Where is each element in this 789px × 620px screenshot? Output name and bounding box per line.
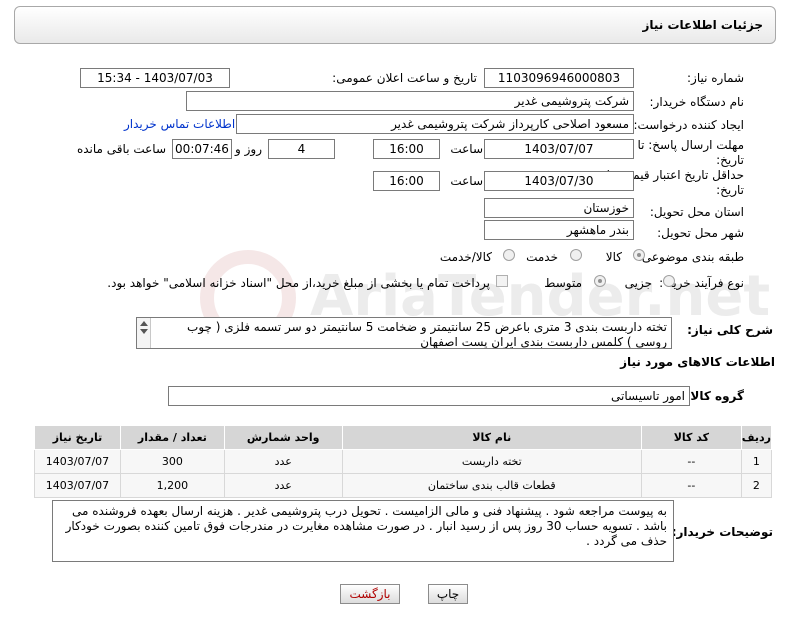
treasury-payment-checkbox[interactable] [496,275,508,287]
remaining-label: ساعت باقی مانده [76,142,166,156]
days-field: 4 [268,139,335,159]
goods-table: ردیف کد کالا نام کالا واحد شمارش تعداد /… [34,425,773,498]
announce-field: 1403/07/03 - 15:34 [80,68,230,88]
category-goods-service-radio[interactable] [503,249,515,261]
goods-group-field: امور تاسیساتی [168,386,690,406]
description-text: تخته داربست بندی 3 متری باعرض 25 سانتیمت… [187,320,667,349]
cell-need-date: 1403/07/07 [34,473,121,498]
cell-goods-name: تخته داربست [341,449,642,474]
treasury-payment-note: پرداخت تمام یا بخشی از مبلغ خرید،از محل … [107,276,490,290]
description-scrollbar[interactable] [137,318,151,348]
col-quantity: تعداد / مقدار [119,425,225,450]
col-goods-code: کد کالا [640,425,742,450]
cell-quantity: 300 [119,449,225,474]
remaining-time-field: 00:07:46 [172,139,232,159]
buyer-org-label: نام دستگاه خریدار: [649,95,745,109]
purchase-partial-radio[interactable] [663,275,675,287]
buyer-notes-text: به پیوست مراجعه شود . پیشنهاد فنی و مالی… [65,504,667,548]
city-label: شهر محل تحویل: [657,226,744,240]
scroll-down-icon[interactable] [140,329,148,334]
goods-group-label: گروه کالا: [685,389,744,403]
cell-goods-code: -- [640,473,742,498]
need-number-label: شماره نیاز: [687,71,744,85]
buyer-contact-link[interactable]: اطلاعات تماس خریدار [124,117,235,131]
category-goods-label: کالا [605,250,622,264]
print-button[interactable]: چاپ [428,584,468,604]
days-label: روز و [235,142,262,156]
page-title: جزئیات اطلاعات نیاز [642,18,763,32]
announce-label: تاریخ و ساعت اعلان عمومی: [332,71,477,85]
purchase-partial-label: جزیی [624,276,652,290]
price-time-label: ساعت [450,174,483,188]
category-label: طبقه بندی موضوعی: [637,250,744,264]
col-row-number: ردیف [740,425,773,450]
cell-unit: عدد [223,449,343,474]
description-label: شرح کلی نیاز: [687,323,773,337]
buyer-notes-textarea[interactable]: به پیوست مراجعه شود . پیشنهاد فنی و مالی… [52,500,674,562]
col-unit: واحد شمارش [223,425,343,450]
price-date-field: 1403/07/30 [484,171,634,191]
description-textarea[interactable]: تخته داربست بندی 3 متری باعرض 25 سانتیمت… [136,317,672,349]
cell-goods-name: قطعات قالب بندی ساختمان [341,473,642,498]
category-goods-service-label: کالا/خدمت [439,250,492,264]
col-goods-name: نام کالا [341,425,642,450]
cell-goods-code: -- [640,449,742,474]
requester-field: مسعود اصلاحی کارپرداز شرکت پتروشیمی غدیر [236,114,634,134]
cell-unit: عدد [223,473,343,498]
reply-deadline-date-label: تاریخ: [716,153,744,167]
back-button[interactable]: بازگشت [340,584,400,604]
price-time-field: 16:00 [373,171,440,191]
category-goods-radio[interactable] [633,249,645,261]
reply-time-field: 16:00 [373,139,440,159]
table-row: 2 -- قطعات قالب بندی ساختمان عدد 1,200 1… [34,473,773,498]
reply-deadline-label: مهلت ارسال پاسخ: تا [637,138,744,152]
cell-need-date: 1403/07/07 [34,449,121,474]
cell-quantity: 1,200 [119,473,225,498]
purchase-medium-label: متوسط [544,276,582,290]
requester-label: ایجاد کننده درخواست: [633,118,744,132]
purchase-medium-radio[interactable] [594,275,606,287]
goods-section-title: اطلاعات کالاهای مورد نیاز [620,355,775,369]
price-valid-date-label: تاریخ: [716,183,744,197]
province-label: استان محل تحویل: [649,205,744,219]
province-field: خوزستان [484,198,634,218]
table-header-row: ردیف کد کالا نام کالا واحد شمارش تعداد /… [34,425,773,450]
reply-date-field: 1403/07/07 [484,139,634,159]
category-service-radio[interactable] [570,249,582,261]
table-row: 1 -- تخته داربست عدد 300 1403/07/07 [34,449,773,474]
scroll-up-icon[interactable] [140,321,148,326]
buyer-notes-label: توضیحات خریدار: [671,525,773,539]
cell-row-number: 2 [740,473,773,498]
category-service-label: خدمت [526,250,558,264]
header-panel: جزئیات اطلاعات نیاز [14,6,776,44]
city-field: بندر ماهشهر [484,220,634,240]
cell-row-number: 1 [740,449,773,474]
reply-time-label: ساعت [450,142,483,156]
buyer-org-field: شرکت پتروشیمی غدیر [186,91,634,111]
col-need-date: تاریخ نیاز [34,425,121,450]
need-number-field: 1103096946000803 [484,68,634,88]
